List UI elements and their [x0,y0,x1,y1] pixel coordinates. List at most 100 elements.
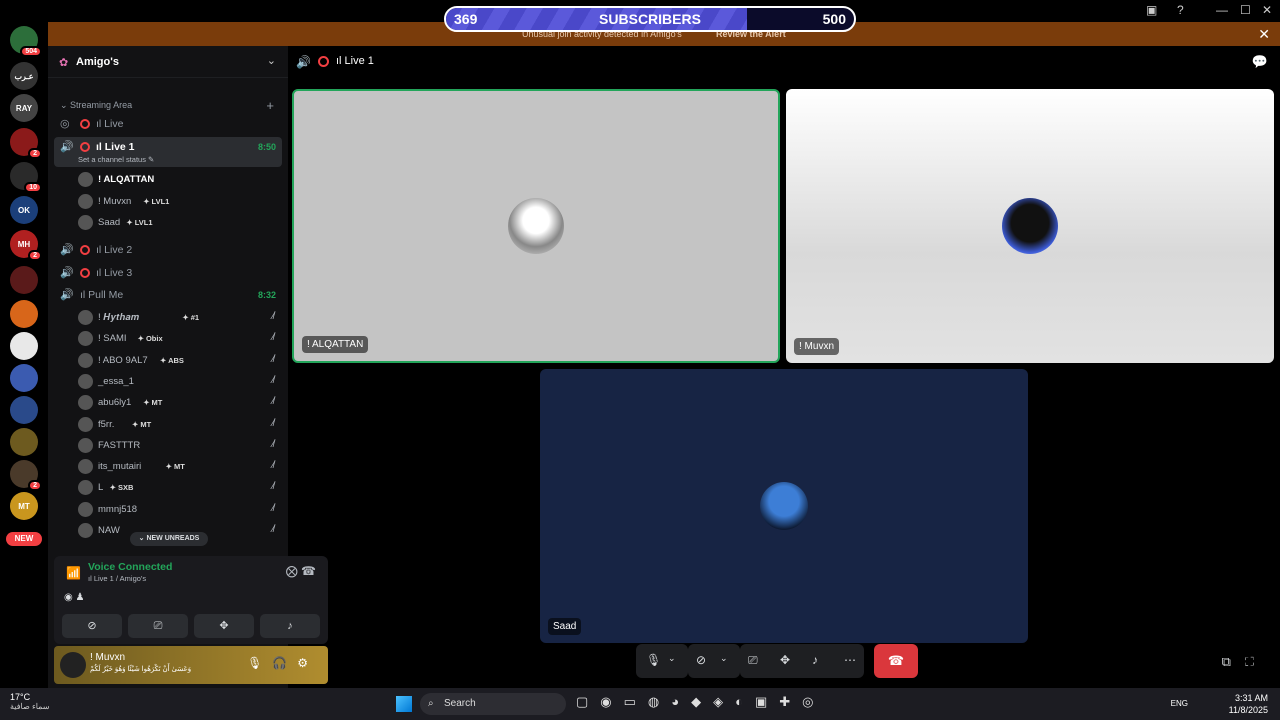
voice-activity-avatars: ◉ ♟ [64,592,85,603]
taskbar-apps[interactable]: ▢◉▭◍◕◆◈◐▣✚◎ [576,694,825,710]
voice-user-row[interactable]: _essa_1 ⁄̸ [78,372,278,392]
screen-share-button[interactable]: ⎚ [128,614,188,638]
server-icon[interactable]: عـرب [10,62,38,90]
server-icon[interactable]: RAY [10,94,38,122]
voice-user-row[interactable]: f5rr. ✦ MT ⁄̸ [78,415,278,435]
disconnect-button[interactable]: ☎ [874,644,918,678]
weather-widget[interactable]: 17°C سماء صافية [10,692,50,711]
server-icon[interactable] [10,428,38,456]
share-activity-group[interactable]: ⎚ ✥ ♪ ⋯ [740,644,864,678]
chat-bubble-icon[interactable]: 💬 [1252,54,1268,70]
speaker-icon: 🔊 [60,141,74,153]
avatar[interactable] [60,652,86,678]
server-icon[interactable]: MT [10,492,38,520]
server-icon[interactable]: 2 [10,128,42,159]
camera-off-button[interactable]: ⊘ [62,614,122,638]
guild-header[interactable]: ✿ Amigo's ⌄ [48,46,288,78]
voice-user-row[interactable]: ! 𝑯𝒚𝒕𝒉𝒂𝒎 ✦ #1 ⁄̸ [78,308,278,328]
current-username[interactable]: ! Muvxn [90,652,125,663]
close-window-button[interactable]: ✕ [1262,3,1272,17]
user-tag: ✦ LVL1 [126,218,153,227]
avatar [78,215,93,230]
video-tile-muvxn[interactable]: ! Muvxn [786,89,1274,363]
user-tag: ✦ MT [132,419,152,429]
voice-user-row[interactable]: ! ALQATTAN [78,170,278,190]
channel-live-3[interactable]: 🔊 ıl Live 3 [54,263,282,283]
voice-user-row[interactable]: ! Muvxn ✦ LVL1 [78,192,278,212]
input-language[interactable]: ENG [1171,699,1188,708]
subscriber-goal-overlay: 369 SUBSCRIBERS 500 [444,6,856,32]
record-icon [80,119,90,129]
camera-button[interactable]: ⊘ ⌄ [688,644,740,678]
server-icon[interactable] [10,332,38,360]
server-icon[interactable]: MH 2 [10,230,42,261]
close-alert-icon[interactable]: ✕ [1258,26,1270,43]
clock[interactable]: 3:31 AM 11/8/2025 [1229,692,1268,716]
signal-icon[interactable]: 📶 [66,566,81,580]
channel-live[interactable]: ◎ ıl Live [54,114,282,134]
start-button[interactable] [396,696,412,712]
activities-button[interactable]: ✥ [194,614,254,638]
channel-label: ıl Pull Me [80,289,124,301]
channel-live-2[interactable]: 🔊 ıl Live 2 [54,240,282,260]
more-icon[interactable]: ⋯ [844,653,856,667]
avatar [1002,198,1058,254]
voice-user-row[interactable]: ! ABO 9AL7 ✦ ABS ⁄̸ [78,351,278,371]
mic-headset-settings-icons[interactable]: 🎙🎧⚙ [247,656,318,670]
record-icon [318,56,329,67]
server-rail: MT 2 MH 2 OK 10 2 RAY عـرب 504 NEW [0,22,48,688]
search-label: Search [444,698,476,709]
help-icon[interactable]: ? [1177,3,1184,17]
record-icon [80,245,90,255]
mute-mic-button[interactable]: 🎙 ⌄ [636,644,688,678]
new-unreads-pill[interactable]: ⌄ NEW UNREADS [130,532,208,546]
add-channel-icon[interactable]: + [266,98,274,113]
voice-user-row[interactable]: its_mutairi ✦ MT ⁄̸ [78,457,278,477]
soundboard-button[interactable]: ♪ [260,614,320,638]
chevron-down-icon[interactable]: ⌄ [267,54,276,67]
popout-fullscreen-icons[interactable]: ⧉⛶ [1222,654,1268,670]
voice-user-row[interactable]: L ✦ SXB ⁄̸ [78,478,278,498]
new-servers-badge[interactable]: NEW [6,532,42,546]
voice-user-row[interactable]: ! SAMI ✦ Obix ⁄̸ [78,329,278,349]
screen-share-icon[interactable]: ⎚ [748,653,758,668]
channel-pull-me[interactable]: 🔊 ıl Pull Me 8:32 [54,285,282,305]
noise-and-disconnect-icons[interactable]: ⨂ ☎ [286,564,316,578]
server-icon[interactable]: 10 [10,162,42,193]
voice-status[interactable]: Voice Connected [88,561,172,573]
server-icon[interactable]: OK [10,196,38,224]
server-icon[interactable]: 504 [10,26,42,57]
server-icon[interactable] [10,396,38,424]
maximize-button[interactable]: ☐ [1240,3,1251,17]
server-icon[interactable] [10,266,38,294]
category-streaming-area[interactable]: ⌄ Streaming Area [60,100,132,111]
server-icon[interactable]: 2 [10,460,42,491]
taskbar-search[interactable]: ⌕ Search [420,693,566,715]
soundboard-icon[interactable]: ♪ [812,653,818,667]
voice-channel-path[interactable]: ıl Live 1 / Amigo's [88,574,146,583]
minimize-button[interactable]: — [1216,3,1228,17]
avatar [78,437,93,453]
voice-user-row[interactable]: mmnj518 ⁄̸ [78,500,278,520]
channel-status-prompt[interactable]: Set a channel status ✎ [78,155,154,164]
inbox-icon[interactable]: ▣ [1146,3,1157,17]
channel-timer: 8:32 [257,290,276,300]
avatar [78,416,93,432]
server-icon[interactable] [10,364,38,392]
video-tile-alqattan[interactable]: ! ALQATTAN [292,89,780,363]
channel-live-1[interactable]: 🔊 ıl Live 1 8:50 Set a channel status ✎ [54,137,282,167]
video-tile-saad[interactable]: Saad [540,369,1028,643]
server-icon[interactable] [10,300,38,328]
voice-user-row[interactable]: Saad ✦ LVL1 [78,213,278,233]
mention-badge: 2 [28,250,42,261]
discord-window: ▣ ? — ☐ ✕ 369 SUBSCRIBERS 500 Unusual jo… [0,0,1280,688]
guild-name: Amigo's [76,56,119,68]
voice-user-row[interactable]: FASTTTR ⁄̸ [78,436,278,456]
deafened-icon: ⁄̸ [272,438,274,450]
voice-user-row[interactable]: abu6ly1 ✦ MT ⁄̸ [78,393,278,413]
deafened-icon: ⁄̸ [272,311,274,322]
record-icon [80,268,90,278]
avatar [78,310,93,325]
channel-sidebar: ✿ Amigo's ⌄ ⌄ Streaming Area + ◎ ıl Live… [48,46,328,688]
activities-icon[interactable]: ✥ [780,653,790,667]
